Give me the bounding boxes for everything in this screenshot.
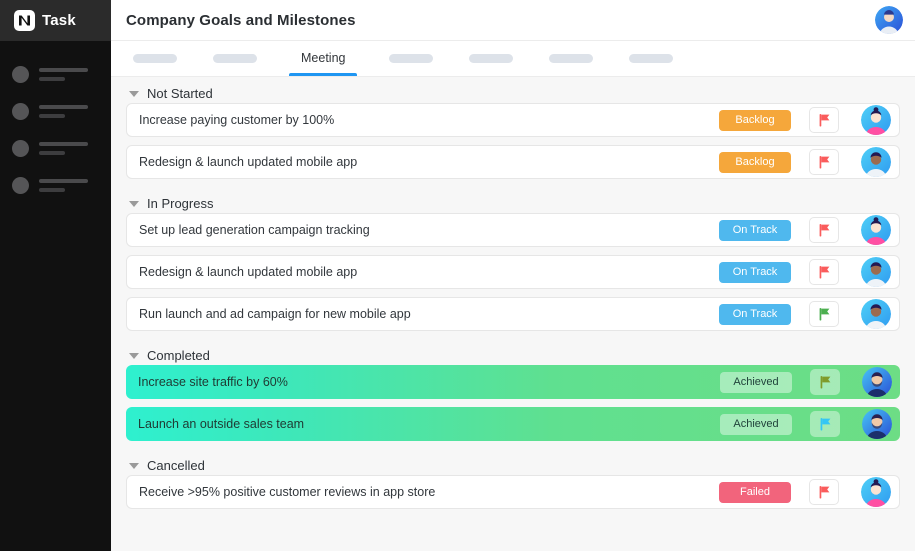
task-title: Increase site traffic by 60% — [138, 375, 720, 389]
chevron-down-icon[interactable] — [129, 201, 139, 207]
task-row[interactable]: Increase paying customer by 100%Backlog — [126, 103, 900, 137]
flag-icon[interactable] — [809, 217, 839, 243]
tab-pill-icon — [629, 54, 673, 63]
tab-placeholder-6[interactable] — [623, 40, 679, 76]
sidebar-avatar-icon — [12, 177, 29, 194]
avatar[interactable] — [875, 6, 903, 34]
task-row[interactable]: Redesign & launch updated mobile appBack… — [126, 145, 900, 179]
sidebar-text-placeholder — [39, 105, 88, 118]
tab-pill-icon — [469, 54, 513, 63]
task-row[interactable]: Run launch and ad campaign for new mobil… — [126, 297, 900, 331]
sidebar-text-placeholder — [39, 68, 88, 81]
flag-icon[interactable] — [809, 107, 839, 133]
tab-placeholder-5[interactable] — [543, 40, 599, 76]
sidebar-text-placeholder — [39, 179, 88, 192]
status-badge[interactable]: On Track — [719, 262, 791, 283]
chevron-down-icon[interactable] — [129, 463, 139, 469]
main-area: Company Goals and Milestones — [111, 0, 915, 551]
top-bar: Company Goals and Milestones — [111, 0, 915, 41]
flag-icon[interactable] — [810, 369, 840, 395]
sidebar-placeholder-2[interactable] — [0, 93, 111, 129]
task-n-logo-icon — [14, 10, 35, 31]
task-title: Redesign & launch updated mobile app — [139, 265, 719, 279]
assignee-avatar[interactable] — [861, 147, 891, 177]
assignee-avatar[interactable] — [862, 409, 892, 439]
tab-pill-icon — [133, 54, 177, 63]
status-badge[interactable]: Backlog — [719, 110, 791, 131]
tab-bar: Meeting — [111, 41, 915, 77]
flag-icon[interactable] — [809, 479, 839, 505]
sidebar-avatar-icon — [12, 66, 29, 83]
group-header[interactable]: In Progress — [126, 187, 900, 213]
task-row[interactable]: Set up lead generation campaign tracking… — [126, 213, 900, 247]
status-badge[interactable]: On Track — [719, 220, 791, 241]
tab-placeholder-1[interactable] — [127, 40, 183, 76]
flag-icon[interactable] — [810, 411, 840, 437]
assignee-avatar[interactable] — [861, 105, 891, 135]
assignee-avatar[interactable] — [861, 477, 891, 507]
status-badge[interactable]: Achieved — [720, 414, 792, 435]
task-row[interactable]: Redesign & launch updated mobile appOn T… — [126, 255, 900, 289]
sidebar-logo-text: Task — [42, 12, 76, 29]
sidebar-placeholder-1[interactable] — [0, 56, 111, 92]
flag-icon[interactable] — [809, 149, 839, 175]
assignee-avatar[interactable] — [861, 215, 891, 245]
tab-placeholder-3[interactable] — [383, 40, 439, 76]
assignee-avatar[interactable] — [862, 367, 892, 397]
task-title: Launch an outside sales team — [138, 417, 720, 431]
tab-meeting[interactable]: Meeting — [287, 40, 359, 76]
tab-pill-icon — [389, 54, 433, 63]
sidebar-items — [0, 41, 111, 204]
task-title: Redesign & launch updated mobile app — [139, 155, 719, 169]
goals-board: Not Started Increase paying customer by 1… — [111, 77, 915, 551]
assignee-avatar[interactable] — [861, 299, 891, 329]
sidebar-avatar-icon — [12, 103, 29, 120]
group-title: In Progress — [147, 196, 213, 211]
task-title: Increase paying customer by 100% — [139, 113, 719, 127]
flag-icon[interactable] — [809, 259, 839, 285]
tab-placeholder-4[interactable] — [463, 40, 519, 76]
group-header[interactable]: Not Started — [126, 77, 900, 103]
task-title: Run launch and ad campaign for new mobil… — [139, 307, 719, 321]
chevron-down-icon[interactable] — [129, 353, 139, 359]
status-badge[interactable]: Achieved — [720, 372, 792, 393]
sidebar-text-placeholder — [39, 142, 88, 155]
task-title: Set up lead generation campaign tracking — [139, 223, 719, 237]
flag-icon[interactable] — [809, 301, 839, 327]
tab-placeholder-2[interactable] — [207, 40, 263, 76]
sidebar: Task — [0, 0, 111, 551]
status-badge[interactable]: Backlog — [719, 152, 791, 173]
assignee-avatar[interactable] — [861, 257, 891, 287]
group-header[interactable]: Cancelled — [126, 449, 900, 475]
sidebar-logo[interactable]: Task — [0, 0, 111, 41]
page-title: Company Goals and Milestones — [126, 12, 875, 29]
group-title: Not Started — [147, 86, 213, 101]
task-row[interactable]: Launch an outside sales teamAchieved — [126, 407, 900, 441]
sidebar-avatar-icon — [12, 140, 29, 157]
status-badge[interactable]: On Track — [719, 304, 791, 325]
task-title: Receive >95% positive customer reviews i… — [139, 485, 719, 499]
status-badge[interactable]: Failed — [719, 482, 791, 503]
tab-meeting-label: Meeting — [293, 51, 353, 65]
tab-pill-icon — [213, 54, 257, 63]
task-row[interactable]: Receive >95% positive customer reviews i… — [126, 475, 900, 509]
group-title: Completed — [147, 348, 210, 363]
sidebar-placeholder-4[interactable] — [0, 167, 111, 203]
task-row[interactable]: Increase site traffic by 60%Achieved — [126, 365, 900, 399]
group-title: Cancelled — [147, 458, 205, 473]
tab-pill-icon — [549, 54, 593, 63]
group-header[interactable]: Completed — [126, 339, 900, 365]
chevron-down-icon[interactable] — [129, 91, 139, 97]
app-root: Task — [0, 0, 915, 551]
sidebar-placeholder-3[interactable] — [0, 130, 111, 166]
